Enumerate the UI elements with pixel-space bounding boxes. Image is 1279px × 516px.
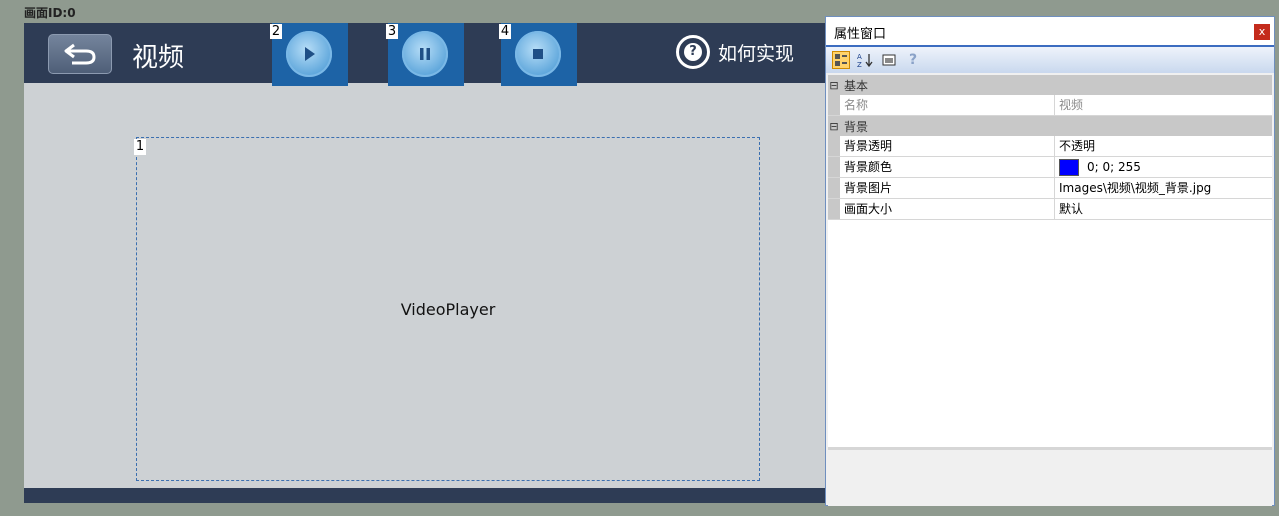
property-grid: ⊟ 基本 名称 视频 ⊟ 背景 背景透明 不透明 背景颜色 0; 0; 255 (828, 75, 1272, 457)
property-row-screen-size[interactable]: 画面大小 默认 (828, 199, 1272, 220)
play-control[interactable]: 2 (270, 23, 348, 86)
category-label: 基本 (844, 78, 869, 93)
categorized-icon[interactable] (832, 51, 850, 69)
back-button[interactable] (48, 34, 112, 74)
property-value: 0; 0; 255 (1087, 160, 1141, 174)
pause-button[interactable] (402, 31, 448, 77)
help-icon[interactable]: ? (904, 51, 922, 69)
play-button[interactable] (286, 31, 332, 77)
help-link[interactable]: ? 如何实现 (676, 35, 794, 69)
property-value[interactable]: 不透明 (1055, 136, 1272, 156)
property-value[interactable]: Images\视频\视频_背景.jpg (1055, 178, 1272, 198)
bottom-bar (24, 488, 850, 503)
property-toolbar: AZ ? (826, 45, 1274, 73)
top-bar: 视频 2 3 4 ? 如何实现 (24, 23, 850, 86)
collapse-icon[interactable]: ⊟ (828, 79, 840, 92)
stop-icon (533, 49, 543, 59)
property-name: 背景颜色 (840, 157, 1055, 177)
property-name: 背景透明 (840, 136, 1055, 156)
help-label: 如何实现 (718, 42, 795, 65)
color-swatch[interactable] (1059, 158, 1079, 176)
property-value[interactable]: 视频 (1055, 95, 1272, 115)
design-canvas[interactable]: 视频 2 3 4 ? 如何实现 VideoPlayer 1 (24, 23, 850, 503)
property-name: 画面大小 (840, 199, 1055, 219)
property-value[interactable]: 默认 (1055, 199, 1272, 219)
property-row-bg-transparent[interactable]: 背景透明 不透明 (828, 136, 1272, 157)
help-icon: ? (676, 35, 710, 69)
screen-id-label: 画面ID:0 (24, 6, 76, 20)
video-number: 1 (134, 139, 146, 155)
category-basic[interactable]: ⊟ 基本 (828, 75, 1272, 95)
control-number: 2 (270, 24, 282, 39)
property-window-title: 属性窗口 (834, 27, 887, 42)
control-number: 3 (386, 24, 398, 39)
property-row-bg-image[interactable]: 背景图片 Images\视频\视频_背景.jpg (828, 178, 1272, 199)
pause-control[interactable]: 3 (386, 23, 464, 86)
description-area (828, 447, 1272, 506)
svg-text:Z: Z (857, 61, 862, 68)
video-player[interactable]: VideoPlayer (136, 137, 760, 481)
video-player-label: VideoPlayer (400, 299, 496, 319)
play-icon (305, 47, 315, 61)
back-arrow-icon (64, 43, 96, 65)
page-title: 视频 (132, 43, 185, 73)
collapse-icon[interactable]: ⊟ (828, 120, 840, 133)
property-window: 属性窗口 x AZ ? ⊟ 基本 名称 视频 ⊟ 背景 背景透明 不透明 背景颜… (825, 16, 1275, 506)
property-row-name[interactable]: 名称 视频 (828, 95, 1272, 116)
sort-az-icon[interactable]: AZ (856, 51, 874, 69)
close-button[interactable]: x (1254, 24, 1270, 40)
property-pages-icon[interactable] (880, 51, 898, 69)
pause-icon (420, 48, 430, 60)
category-label: 背景 (844, 119, 869, 134)
property-row-bg-color[interactable]: 背景颜色 0; 0; 255 (828, 157, 1272, 178)
svg-text:A: A (857, 53, 862, 61)
stop-control[interactable]: 4 (499, 23, 577, 86)
category-background[interactable]: ⊟ 背景 (828, 116, 1272, 136)
stop-button[interactable] (515, 31, 561, 77)
control-number: 4 (499, 24, 511, 39)
property-window-titlebar[interactable]: 属性窗口 x (826, 17, 1274, 45)
property-name: 名称 (840, 95, 1055, 115)
property-name: 背景图片 (840, 178, 1055, 198)
